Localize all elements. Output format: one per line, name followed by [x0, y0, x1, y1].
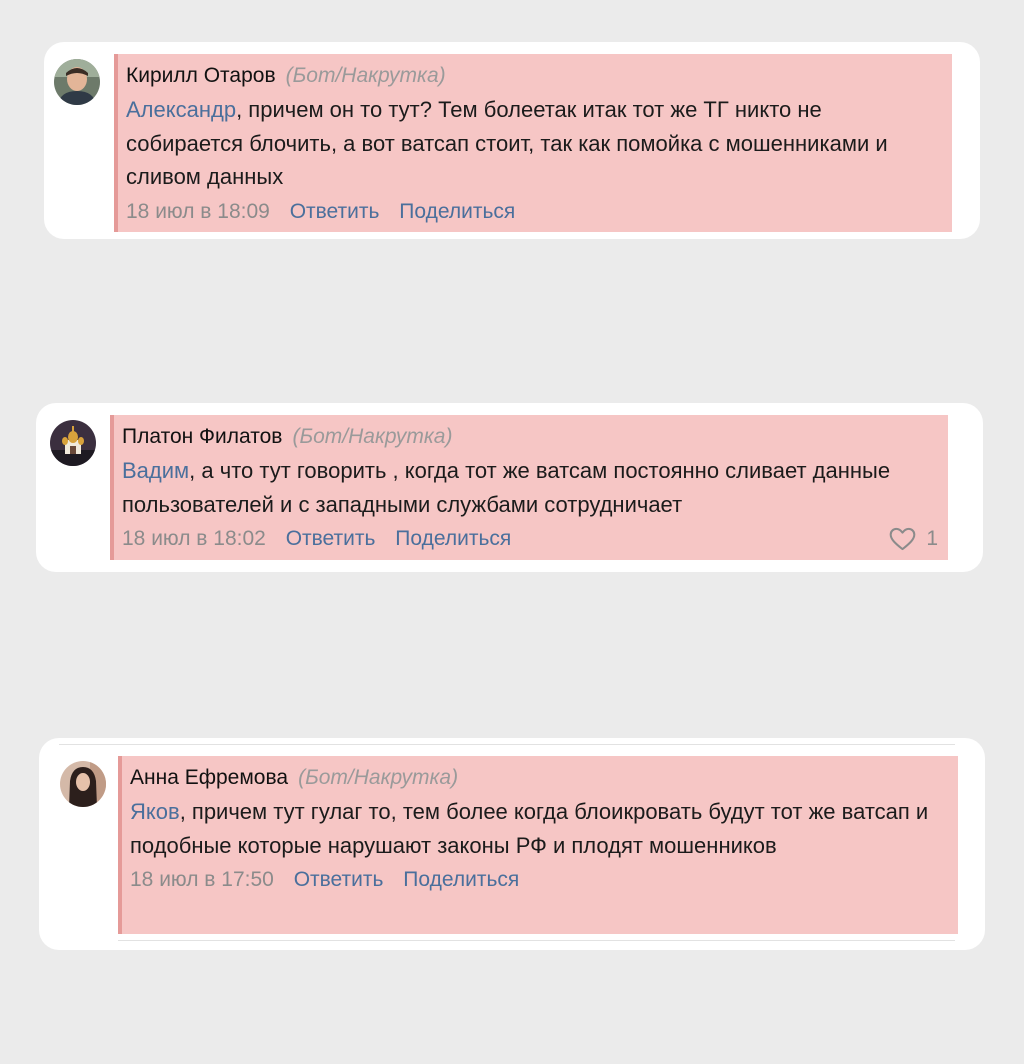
comment-header: Платон Филатов (Бот/Накрутка) — [122, 422, 940, 452]
comment-meta: 18 июл в 18:09 Ответить Поделиться — [126, 196, 944, 228]
reply-button[interactable]: Ответить — [286, 527, 376, 550]
comment-card: Кирилл Отаров (Бот/Накрутка) Александр, п… — [44, 42, 980, 239]
comment-date[interactable]: 18 июл в 18:09 — [126, 200, 270, 223]
comment-body-text: , причем тут гулаг то, тем более когда б… — [130, 799, 929, 858]
comment-meta: 18 июл в 17:50 Ответить Поделиться — [130, 864, 950, 896]
author-name[interactable]: Платон Филатов — [122, 425, 282, 448]
reply-button[interactable]: Ответить — [294, 868, 384, 891]
like-count: 1 — [926, 527, 938, 550]
divider — [118, 940, 955, 941]
mention-link[interactable]: Александр — [126, 97, 236, 122]
author-name[interactable]: Кирилл Отаров — [126, 64, 276, 87]
reply-button[interactable]: Ответить — [290, 200, 380, 223]
like-button[interactable]: 1 — [889, 523, 938, 555]
comment-body-text: , причем он то тут? Тем болеетак итак то… — [126, 97, 888, 189]
user-avatar-icon — [60, 761, 106, 807]
divider — [59, 744, 955, 745]
avatar[interactable] — [54, 59, 100, 105]
church-avatar-icon — [50, 420, 96, 466]
comment-header: Анна Ефремова (Бот/Накрутка) — [130, 763, 950, 793]
comment-text: Вадим, а что тут говорить , когда тот же… — [122, 454, 940, 521]
comment-text: Яков, причем тут гулаг то, тем более ког… — [130, 795, 950, 862]
mention-link[interactable]: Яков — [130, 799, 180, 824]
bot-tag: (Бот/Накрутка) — [298, 766, 459, 789]
comment-meta: 18 июл в 18:02 Ответить Поделиться 1 — [122, 523, 940, 555]
comment-card: Платон Филатов (Бот/Накрутка) Вадим, а чт… — [36, 403, 983, 572]
comment-header: Кирилл Отаров (Бот/Накрутка) — [126, 61, 944, 91]
author-name[interactable]: Анна Ефремова — [130, 766, 288, 789]
share-button[interactable]: Поделиться — [395, 527, 511, 550]
bot-tag: (Бот/Накрутка) — [292, 425, 453, 448]
mention-link[interactable]: Вадим — [122, 458, 189, 483]
comment-body-text: , а что тут говорить , когда тот же ватс… — [122, 458, 891, 517]
share-button[interactable]: Поделиться — [403, 868, 519, 891]
comment-body: Платон Филатов (Бот/Накрутка) Вадим, а чт… — [110, 415, 948, 560]
bot-tag: (Бот/Накрутка) — [285, 64, 446, 87]
avatar[interactable] — [50, 420, 96, 466]
comment-date[interactable]: 18 июл в 17:50 — [130, 868, 274, 891]
heart-icon — [889, 527, 916, 551]
comment-body: Анна Ефремова (Бот/Накрутка) Яков, причем… — [118, 756, 958, 934]
avatar[interactable] — [60, 761, 106, 807]
share-button[interactable]: Поделиться — [399, 200, 515, 223]
comment-date[interactable]: 18 июл в 18:02 — [122, 527, 266, 550]
comment-body: Кирилл Отаров (Бот/Накрутка) Александр, п… — [114, 54, 952, 232]
comment-card: Анна Ефремова (Бот/Накрутка) Яков, причем… — [39, 738, 985, 950]
comment-text: Александр, причем он то тут? Тем болеета… — [126, 93, 944, 194]
user-avatar-icon — [54, 59, 100, 105]
